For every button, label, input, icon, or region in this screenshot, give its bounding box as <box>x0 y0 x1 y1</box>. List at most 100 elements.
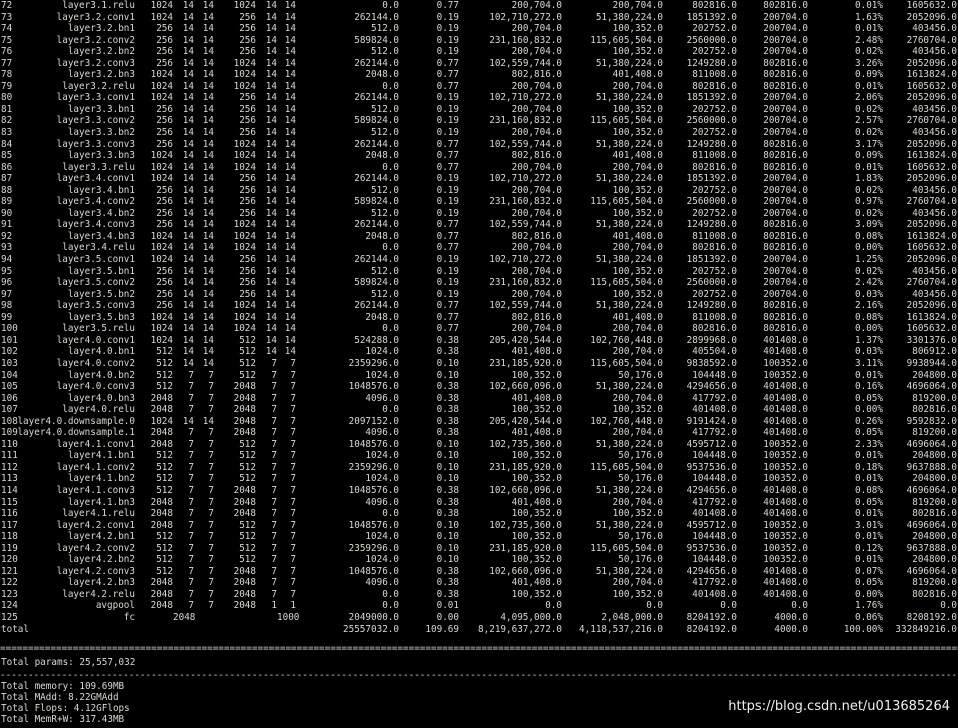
table-row: 77 layer3.2.conv3 256 14 14 1024 14 14 262144.0 0… <box>0 58 958 70</box>
table-cell: 403456.0 <box>912 184 957 196</box>
table-cell: 202752.0 <box>692 184 737 196</box>
module-name: layer4.2.bn2 <box>67 554 135 566</box>
table-cell: 14 <box>202 34 214 46</box>
table-cell: 2048 <box>150 404 173 416</box>
table-cell: 7 <box>188 588 194 600</box>
table-cell: 200704.0 <box>763 277 808 289</box>
table-cell: 14 <box>265 34 277 46</box>
table-cell: 100,352.0 <box>612 588 663 600</box>
table-cell: 1024.0 <box>365 346 399 358</box>
table-cell: 14 <box>265 254 277 266</box>
table-cell: 14 <box>265 184 277 196</box>
table-cell: 1 <box>290 600 296 612</box>
table-cell: 2052096.0 <box>906 138 957 150</box>
table-cell: 2048.0 <box>365 150 399 162</box>
table-row: 101 layer4.0.conv1 1024 14 14 512 14 14 524288.0… <box>0 335 958 347</box>
table-cell: 231,160,832.0 <box>489 277 562 289</box>
table-cell: 1024.0 <box>365 554 399 566</box>
table-row: 80 layer3.3.conv1 1024 14 14 256 14 14 262144.0 0… <box>0 92 958 104</box>
table-cell: 102,760,448.0 <box>590 415 663 427</box>
table-cell: 14 <box>284 173 296 185</box>
table-cell: 1048576.0 <box>348 519 399 531</box>
table-cell: 2048.0 <box>365 311 399 323</box>
table-cell: 14 <box>182 254 194 266</box>
table-cell: 819200.0 <box>912 427 957 439</box>
table-cell: 14 <box>182 57 194 69</box>
table-cell: 102,660,096.0 <box>489 484 562 496</box>
table-cell: 231,185,920.0 <box>489 461 562 473</box>
table-row: total 25557032.0 109.69 8,219,637,272.0 4,11… <box>0 624 958 636</box>
table-cell: 512 <box>239 461 256 473</box>
table-cell: 512 <box>239 334 256 346</box>
module-name: layer4.2.conv2 <box>56 542 135 554</box>
table-cell: 0.06% <box>855 611 883 623</box>
table-cell: 14 <box>202 254 214 266</box>
table-cell: 7 <box>290 369 296 381</box>
table-cell: 14 <box>202 334 214 346</box>
table-cell: 2048 <box>150 496 173 508</box>
table-cell: 14 <box>284 92 296 104</box>
table-cell: 102,559,744.0 <box>489 300 562 312</box>
table-cell: 14 <box>182 288 194 300</box>
table-cell: 7 <box>208 519 214 531</box>
table-cell: 2.48% <box>855 34 883 46</box>
table-cell: 2.57% <box>855 115 883 127</box>
table-cell: 802816.0 <box>763 242 808 254</box>
table-row: 106 layer4.0.bn3 2048 7 7 2048 7 7 4096.0 0.38 401… <box>0 393 958 405</box>
table-cell: 1249280.0 <box>686 300 737 312</box>
table-cell: 2760704.0 <box>906 115 957 127</box>
table-cell: 2359296.0 <box>348 542 399 554</box>
table-cell: 403456.0 <box>912 288 957 300</box>
table-cell: 0.19 <box>436 173 459 185</box>
table-row: 117 layer4.2.conv1 2048 7 7 512 7 7 1048576.0 0.1… <box>0 520 958 532</box>
table-cell: 4096.0 <box>365 427 399 439</box>
table-cell: 200704.0 <box>763 11 808 23</box>
table-cell: 7 <box>208 392 214 404</box>
table-cell: 512 <box>156 554 173 566</box>
table-cell: 0.77 <box>436 161 459 173</box>
table-cell: 811008.0 <box>692 311 737 323</box>
table-cell: 231,160,832.0 <box>489 115 562 127</box>
table-cell: 4096.0 <box>365 577 399 589</box>
table-cell: 100,352.0 <box>511 473 562 485</box>
module-name: fc <box>123 611 135 623</box>
module-name: layer4.1.relu <box>62 508 135 520</box>
table-cell: 0.10 <box>436 554 459 566</box>
table-cell: 7 <box>208 381 214 393</box>
table-cell: 2048 <box>150 392 173 404</box>
table-cell: 1024 <box>233 161 256 173</box>
table-cell: 14 <box>202 196 214 208</box>
table-cell: 0.38 <box>436 404 459 416</box>
table-cell: 256 <box>156 57 173 69</box>
table-cell: 1024 <box>233 219 256 231</box>
table-cell: 401,408.0 <box>612 69 663 81</box>
table-cell: 401408.0 <box>763 392 808 404</box>
table-cell: 100,352.0 <box>511 588 562 600</box>
table-cell: 14 <box>182 323 194 335</box>
table-row: 86 layer3.3.relu 1024 14 14 1024 14 14 0.0 0.77 20… <box>0 162 958 174</box>
table-cell: 7 <box>271 565 277 577</box>
table-cell: 7 <box>290 531 296 543</box>
table-cell: 589824.0 <box>354 34 399 46</box>
table-cell: 256 <box>156 300 173 312</box>
table-cell: 1.63% <box>855 11 883 23</box>
table-cell: 7 <box>188 404 194 416</box>
table-cell: 2560000.0 <box>686 196 737 208</box>
table-cell: 8204192.0 <box>686 611 737 623</box>
table-cell: 332849216.0 <box>895 623 957 635</box>
table-cell: 200704.0 <box>763 103 808 115</box>
table-cell: 14 <box>284 184 296 196</box>
table-cell: 102,760,448.0 <box>590 334 663 346</box>
table-cell: 25557032.0 <box>343 623 399 635</box>
table-cell: 200704.0 <box>763 173 808 185</box>
table-cell: 802816.0 <box>763 311 808 323</box>
table-cell: 7 <box>208 427 214 439</box>
table-cell: 1048576.0 <box>348 438 399 450</box>
table-cell: 7 <box>208 473 214 485</box>
table-cell: 51,380,224.0 <box>595 381 663 393</box>
table-cell: 7 <box>271 577 277 589</box>
table-cell: 7 <box>290 519 296 531</box>
table-cell: 51,380,224.0 <box>595 438 663 450</box>
table-cell: 1024 <box>150 150 173 162</box>
table-cell: 512 <box>156 531 173 543</box>
